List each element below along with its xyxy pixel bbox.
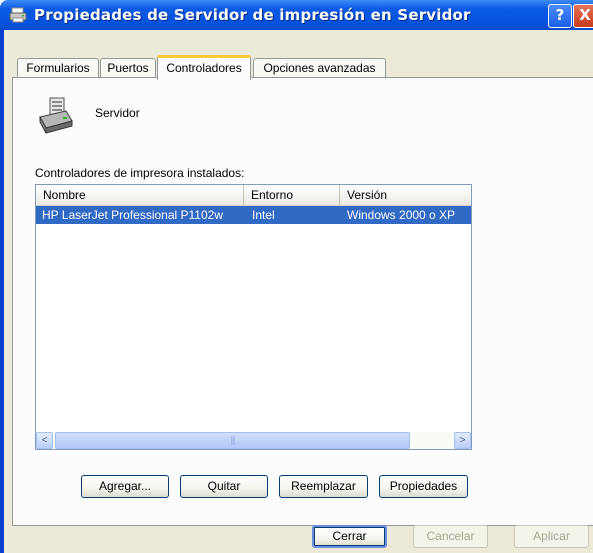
list-header: Nombre Entorno Versión	[36, 185, 471, 206]
printer-icon	[9, 7, 27, 23]
title-bar[interactable]: Propiedades de Servidor de impresión en …	[0, 0, 593, 30]
horizontal-scrollbar[interactable]: < ||| >	[36, 432, 471, 449]
tab-formularios[interactable]: Formularios	[17, 58, 99, 77]
driver-version: Windows 2000 o XP	[347, 208, 456, 222]
remove-driver-button[interactable]: Quitar	[180, 475, 268, 498]
scrollbar-thumb[interactable]: |||	[55, 432, 410, 449]
server-name: Servidor	[95, 106, 140, 120]
column-header-nombre[interactable]: Nombre	[36, 185, 244, 205]
tab-puertos[interactable]: Puertos	[100, 58, 156, 77]
column-header-version[interactable]: Versión	[340, 185, 471, 205]
tab-controladores[interactable]: Controladores	[157, 55, 251, 80]
column-header-entorno[interactable]: Entorno	[244, 185, 340, 205]
driver-environment: Intel	[252, 208, 275, 222]
printer-server-icon	[39, 97, 73, 134]
list-item[interactable]: HP LaserJet Professional P1102w Intel Wi…	[36, 206, 471, 224]
cancel-button[interactable]: Cancelar	[413, 525, 488, 548]
driver-name: HP LaserJet Professional P1102w	[42, 208, 223, 222]
tab-opciones-avanzadas[interactable]: Opciones avanzadas	[253, 58, 386, 77]
apply-button[interactable]: Aplicar	[514, 525, 589, 548]
scroll-right-button[interactable]: >	[454, 432, 471, 449]
close-button[interactable]: Cerrar	[312, 525, 387, 548]
drivers-list[interactable]: Nombre Entorno Versión HP LaserJet Profe…	[35, 184, 472, 450]
scroll-left-button[interactable]: <	[36, 432, 53, 449]
add-driver-button[interactable]: Agregar...	[81, 475, 169, 498]
help-button[interactable]: ?	[548, 4, 572, 28]
window-title: Propiedades de Servidor de impresión en …	[34, 6, 471, 24]
driver-properties-button[interactable]: Propiedades	[379, 475, 468, 498]
replace-driver-button[interactable]: Reemplazar	[279, 475, 368, 498]
close-window-button[interactable]: X	[573, 4, 593, 28]
drivers-list-caption: Controladores de impresora instalados:	[35, 166, 245, 180]
